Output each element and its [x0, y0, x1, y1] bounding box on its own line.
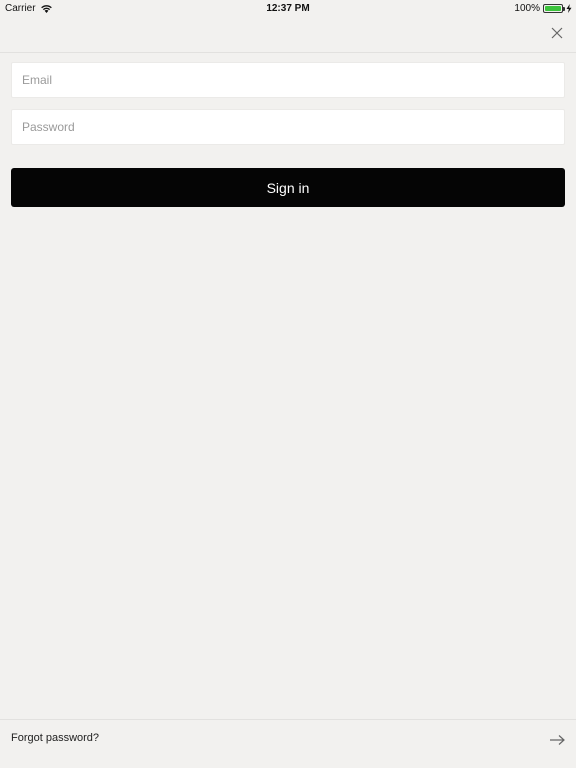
status-right: 100%	[514, 3, 572, 14]
battery-icon	[543, 4, 565, 13]
sign-in-screen: Carrier 12:37 PM 100% Email Sign in Forg…	[0, 0, 576, 768]
forgot-password-row[interactable]: Forgot password?	[0, 719, 576, 768]
password-field[interactable]	[11, 109, 565, 145]
arrow-right-icon	[549, 733, 565, 745]
status-time: 12:37 PM	[266, 3, 310, 14]
header	[0, 16, 576, 53]
battery-fill	[545, 6, 561, 11]
close-button[interactable]	[549, 25, 565, 41]
close-icon	[549, 27, 565, 45]
battery-percent: 100%	[514, 3, 540, 14]
sign-in-button[interactable]: Sign in	[11, 168, 565, 207]
email-field[interactable]	[11, 62, 565, 98]
status-bar: Carrier 12:37 PM 100%	[0, 0, 576, 16]
battery-tip	[563, 7, 565, 11]
charging-icon	[566, 4, 572, 13]
forgot-password-label: Forgot password?	[11, 732, 100, 744]
